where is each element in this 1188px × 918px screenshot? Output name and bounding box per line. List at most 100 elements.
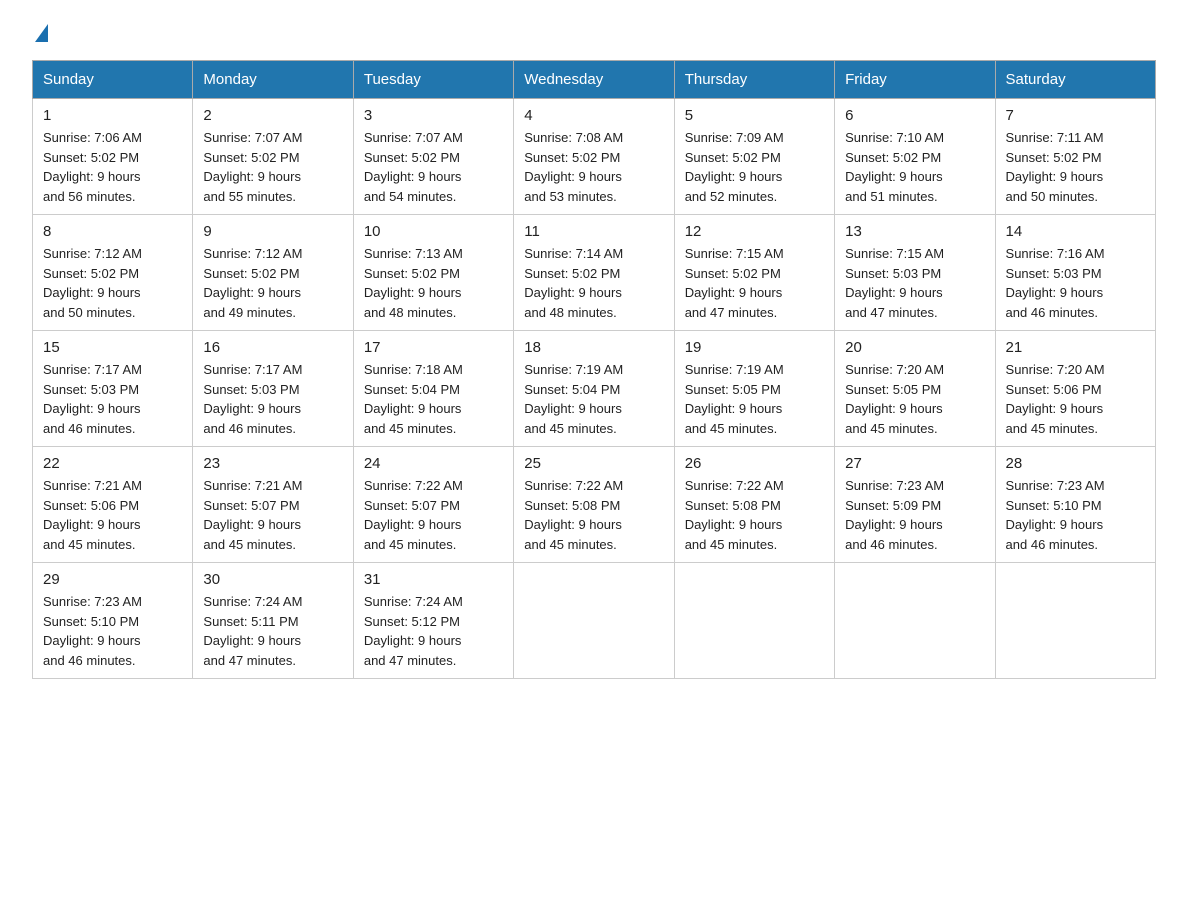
day-number: 14 [1006,223,1145,240]
calendar-cell: 20 Sunrise: 7:20 AMSunset: 5:05 PMDaylig… [835,331,995,447]
week-row-5: 29 Sunrise: 7:23 AMSunset: 5:10 PMDaylig… [33,563,1156,679]
calendar-cell: 10 Sunrise: 7:13 AMSunset: 5:02 PMDaylig… [353,215,513,331]
day-info: Sunrise: 7:17 AMSunset: 5:03 PMDaylight:… [203,362,302,436]
calendar-cell: 18 Sunrise: 7:19 AMSunset: 5:04 PMDaylig… [514,331,674,447]
day-number: 5 [685,107,824,124]
calendar-cell: 19 Sunrise: 7:19 AMSunset: 5:05 PMDaylig… [674,331,834,447]
day-number: 10 [364,223,503,240]
calendar-cell: 30 Sunrise: 7:24 AMSunset: 5:11 PMDaylig… [193,563,353,679]
week-row-1: 1 Sunrise: 7:06 AMSunset: 5:02 PMDayligh… [33,99,1156,215]
day-info: Sunrise: 7:15 AMSunset: 5:02 PMDaylight:… [685,246,784,320]
calendar-cell: 6 Sunrise: 7:10 AMSunset: 5:02 PMDayligh… [835,99,995,215]
day-number: 21 [1006,339,1145,356]
day-info: Sunrise: 7:08 AMSunset: 5:02 PMDaylight:… [524,130,623,204]
day-number: 27 [845,455,984,472]
weekday-header-thursday: Thursday [674,61,834,99]
day-info: Sunrise: 7:09 AMSunset: 5:02 PMDaylight:… [685,130,784,204]
day-number: 18 [524,339,663,356]
week-row-4: 22 Sunrise: 7:21 AMSunset: 5:06 PMDaylig… [33,447,1156,563]
day-info: Sunrise: 7:14 AMSunset: 5:02 PMDaylight:… [524,246,623,320]
day-info: Sunrise: 7:24 AMSunset: 5:12 PMDaylight:… [364,594,463,668]
calendar-cell: 12 Sunrise: 7:15 AMSunset: 5:02 PMDaylig… [674,215,834,331]
calendar-cell: 9 Sunrise: 7:12 AMSunset: 5:02 PMDayligh… [193,215,353,331]
day-number: 29 [43,571,182,588]
calendar-cell: 5 Sunrise: 7:09 AMSunset: 5:02 PMDayligh… [674,99,834,215]
calendar-cell: 29 Sunrise: 7:23 AMSunset: 5:10 PMDaylig… [33,563,193,679]
calendar-cell: 14 Sunrise: 7:16 AMSunset: 5:03 PMDaylig… [995,215,1155,331]
day-number: 23 [203,455,342,472]
calendar-cell: 2 Sunrise: 7:07 AMSunset: 5:02 PMDayligh… [193,99,353,215]
day-info: Sunrise: 7:22 AMSunset: 5:07 PMDaylight:… [364,478,463,552]
day-number: 3 [364,107,503,124]
logo [32,24,48,40]
day-number: 9 [203,223,342,240]
day-number: 19 [685,339,824,356]
day-info: Sunrise: 7:24 AMSunset: 5:11 PMDaylight:… [203,594,302,668]
day-info: Sunrise: 7:22 AMSunset: 5:08 PMDaylight:… [524,478,623,552]
calendar-cell: 21 Sunrise: 7:20 AMSunset: 5:06 PMDaylig… [995,331,1155,447]
weekday-header-friday: Friday [835,61,995,99]
day-info: Sunrise: 7:06 AMSunset: 5:02 PMDaylight:… [43,130,142,204]
day-number: 28 [1006,455,1145,472]
week-row-3: 15 Sunrise: 7:17 AMSunset: 5:03 PMDaylig… [33,331,1156,447]
day-number: 2 [203,107,342,124]
calendar-cell: 7 Sunrise: 7:11 AMSunset: 5:02 PMDayligh… [995,99,1155,215]
calendar-table: SundayMondayTuesdayWednesdayThursdayFrid… [32,60,1156,679]
day-number: 7 [1006,107,1145,124]
calendar-cell: 31 Sunrise: 7:24 AMSunset: 5:12 PMDaylig… [353,563,513,679]
weekday-header-wednesday: Wednesday [514,61,674,99]
day-info: Sunrise: 7:22 AMSunset: 5:08 PMDaylight:… [685,478,784,552]
weekday-header-sunday: Sunday [33,61,193,99]
day-number: 26 [685,455,824,472]
day-info: Sunrise: 7:23 AMSunset: 5:10 PMDaylight:… [43,594,142,668]
week-row-2: 8 Sunrise: 7:12 AMSunset: 5:02 PMDayligh… [33,215,1156,331]
day-info: Sunrise: 7:18 AMSunset: 5:04 PMDaylight:… [364,362,463,436]
day-info: Sunrise: 7:12 AMSunset: 5:02 PMDaylight:… [203,246,302,320]
day-info: Sunrise: 7:21 AMSunset: 5:06 PMDaylight:… [43,478,142,552]
calendar-cell: 13 Sunrise: 7:15 AMSunset: 5:03 PMDaylig… [835,215,995,331]
day-number: 8 [43,223,182,240]
day-number: 4 [524,107,663,124]
page-header [32,24,1156,40]
calendar-cell: 25 Sunrise: 7:22 AMSunset: 5:08 PMDaylig… [514,447,674,563]
calendar-cell [514,563,674,679]
calendar-cell [674,563,834,679]
day-info: Sunrise: 7:16 AMSunset: 5:03 PMDaylight:… [1006,246,1105,320]
day-number: 13 [845,223,984,240]
calendar-cell: 26 Sunrise: 7:22 AMSunset: 5:08 PMDaylig… [674,447,834,563]
calendar-cell: 17 Sunrise: 7:18 AMSunset: 5:04 PMDaylig… [353,331,513,447]
calendar-cell: 24 Sunrise: 7:22 AMSunset: 5:07 PMDaylig… [353,447,513,563]
calendar-cell: 27 Sunrise: 7:23 AMSunset: 5:09 PMDaylig… [835,447,995,563]
day-info: Sunrise: 7:11 AMSunset: 5:02 PMDaylight:… [1006,130,1104,204]
calendar-cell: 11 Sunrise: 7:14 AMSunset: 5:02 PMDaylig… [514,215,674,331]
day-number: 17 [364,339,503,356]
calendar-cell: 3 Sunrise: 7:07 AMSunset: 5:02 PMDayligh… [353,99,513,215]
day-number: 15 [43,339,182,356]
calendar-cell [835,563,995,679]
day-number: 25 [524,455,663,472]
calendar-cell: 22 Sunrise: 7:21 AMSunset: 5:06 PMDaylig… [33,447,193,563]
day-number: 16 [203,339,342,356]
day-number: 30 [203,571,342,588]
day-number: 12 [685,223,824,240]
day-number: 1 [43,107,182,124]
logo-triangle-icon [35,24,48,42]
calendar-cell: 15 Sunrise: 7:17 AMSunset: 5:03 PMDaylig… [33,331,193,447]
day-info: Sunrise: 7:13 AMSunset: 5:02 PMDaylight:… [364,246,463,320]
day-number: 20 [845,339,984,356]
calendar-cell: 16 Sunrise: 7:17 AMSunset: 5:03 PMDaylig… [193,331,353,447]
day-info: Sunrise: 7:21 AMSunset: 5:07 PMDaylight:… [203,478,302,552]
day-info: Sunrise: 7:10 AMSunset: 5:02 PMDaylight:… [845,130,944,204]
calendar-cell: 1 Sunrise: 7:06 AMSunset: 5:02 PMDayligh… [33,99,193,215]
day-number: 11 [524,223,663,240]
calendar-cell: 8 Sunrise: 7:12 AMSunset: 5:02 PMDayligh… [33,215,193,331]
calendar-cell: 28 Sunrise: 7:23 AMSunset: 5:10 PMDaylig… [995,447,1155,563]
weekday-header-row: SundayMondayTuesdayWednesdayThursdayFrid… [33,61,1156,99]
day-info: Sunrise: 7:19 AMSunset: 5:05 PMDaylight:… [685,362,784,436]
day-number: 6 [845,107,984,124]
day-info: Sunrise: 7:12 AMSunset: 5:02 PMDaylight:… [43,246,142,320]
day-info: Sunrise: 7:23 AMSunset: 5:10 PMDaylight:… [1006,478,1105,552]
day-info: Sunrise: 7:15 AMSunset: 5:03 PMDaylight:… [845,246,944,320]
calendar-cell [995,563,1155,679]
day-number: 22 [43,455,182,472]
